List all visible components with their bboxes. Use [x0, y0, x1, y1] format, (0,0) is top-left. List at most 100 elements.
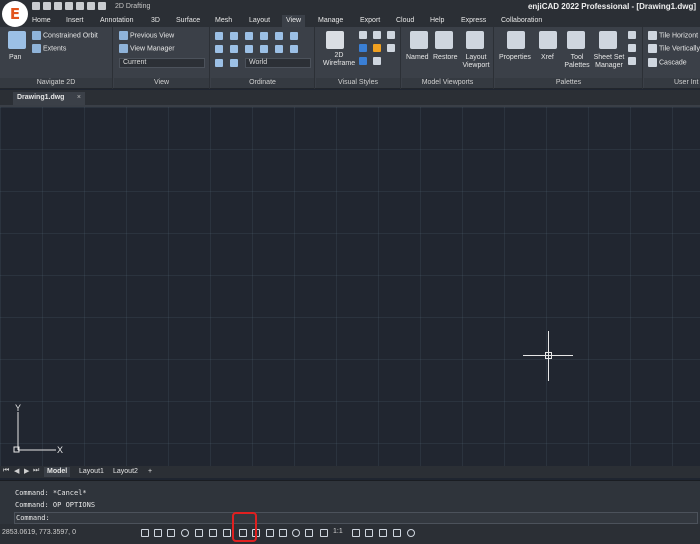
ucs-icon-settings-icon[interactable] — [230, 59, 238, 67]
ucs-view-icon[interactable] — [215, 45, 223, 53]
design-center-icon[interactable] — [628, 31, 636, 39]
pan-icon[interactable] — [8, 31, 26, 49]
tab-annotation[interactable]: Annotation — [96, 15, 137, 27]
new-file-icon[interactable] — [32, 2, 40, 10]
tab-home[interactable]: Home — [28, 15, 55, 27]
tab-surface[interactable]: Surface — [172, 15, 204, 27]
tab-insert[interactable]: Insert — [62, 15, 88, 27]
style-hidden-icon[interactable] — [373, 31, 381, 39]
grid-icon[interactable] — [141, 529, 149, 537]
named-view-dropdown[interactable]: Current — [119, 58, 205, 68]
tab-express[interactable]: Express — [457, 15, 490, 27]
workspace-switch-icon[interactable] — [365, 529, 373, 537]
style-wireframe-icon[interactable] — [359, 31, 367, 39]
layout-viewport-button[interactable]: Layout Viewport — [460, 54, 492, 70]
zoom-icon[interactable] — [292, 529, 300, 537]
otrack-icon[interactable] — [209, 529, 217, 537]
command-input[interactable]: Command: — [14, 512, 698, 524]
drawing-canvas[interactable] — [0, 105, 700, 466]
tab-layout1[interactable]: Layout1 — [76, 467, 107, 477]
xref-icon[interactable] — [539, 31, 557, 49]
restore-viewports-button[interactable]: Restore — [433, 54, 458, 61]
open-file-icon[interactable] — [43, 2, 51, 10]
last-layout-icon[interactable]: ⏭ — [33, 467, 39, 475]
ucs-face-icon[interactable] — [245, 45, 253, 53]
properties-button[interactable]: Properties — [499, 54, 531, 61]
tab-model[interactable]: Model — [44, 467, 71, 477]
style-conceptual-icon[interactable] — [387, 31, 395, 39]
osnap-icon[interactable] — [195, 529, 203, 537]
properties-icon[interactable] — [507, 31, 525, 49]
polar-icon[interactable] — [181, 529, 189, 537]
quick-properties-icon[interactable] — [305, 529, 313, 537]
tab-view[interactable]: View — [282, 15, 306, 27]
tab-mesh[interactable]: Mesh — [211, 15, 236, 27]
xref-button[interactable]: Xref — [541, 54, 554, 61]
previous-view-button[interactable]: Previous View — [119, 31, 174, 40]
tab-3d[interactable]: 3D — [147, 15, 164, 27]
constrained-orbit-button[interactable]: Constrained Orbit — [32, 31, 98, 40]
prev-layout-icon[interactable]: ◀ — [14, 467, 19, 475]
ucs-z-icon[interactable] — [290, 32, 298, 40]
tool-palettes-button[interactable]: Tool Palettes — [561, 54, 593, 70]
ucs-3point-icon[interactable] — [245, 32, 253, 40]
print-icon[interactable] — [76, 2, 84, 10]
layer-states-icon[interactable] — [628, 44, 636, 52]
document-tab[interactable]: Drawing1.dwg × — [13, 92, 85, 105]
tab-help[interactable]: Help — [426, 15, 448, 27]
workspace-selector[interactable]: 2D Drafting — [115, 3, 150, 10]
style-sketchy-icon[interactable] — [359, 57, 367, 65]
annotation-scale[interactable]: 1:1 — [333, 528, 343, 535]
extents-button[interactable]: Extents — [32, 44, 66, 53]
tab-collaboration[interactable]: Collaboration — [497, 15, 546, 27]
view-manager-button[interactable]: View Manager — [119, 44, 175, 53]
style-gray-icon[interactable] — [373, 57, 381, 65]
tool-palettes-icon[interactable] — [567, 31, 585, 49]
isolate-objects-icon[interactable] — [393, 529, 401, 537]
visual-style-button[interactable]: 2D Wireframe — [319, 52, 359, 68]
hardware-acceleration-icon[interactable] — [379, 529, 387, 537]
ucs-x-icon[interactable] — [260, 32, 268, 40]
tab-layout2[interactable]: Layout2 — [110, 467, 141, 477]
tab-manage[interactable]: Manage — [314, 15, 347, 27]
snap-icon[interactable] — [154, 529, 162, 537]
ucs-origin-icon[interactable] — [230, 32, 238, 40]
ucs-dropdown[interactable]: World — [245, 58, 311, 68]
ucs-world-icon[interactable] — [215, 59, 223, 67]
ucs-y-icon[interactable] — [275, 32, 283, 40]
named-viewports-button[interactable]: Named — [406, 54, 429, 61]
ortho-icon[interactable] — [167, 529, 175, 537]
ucs-icon[interactable] — [215, 32, 223, 40]
sheet-set-icon[interactable] — [599, 31, 617, 49]
tab-export[interactable]: Export — [356, 15, 384, 27]
add-layout-button[interactable]: + — [145, 467, 155, 477]
pan-button[interactable]: Pan — [9, 54, 21, 61]
named-viewports-icon[interactable] — [410, 31, 428, 49]
style-shaded-icon[interactable] — [359, 44, 367, 52]
ucs-previous-icon[interactable] — [275, 45, 283, 53]
first-layout-icon[interactable]: ⏮ — [3, 467, 9, 475]
ucs-zaxis-icon[interactable] — [260, 45, 268, 53]
tab-cloud[interactable]: Cloud — [392, 15, 418, 27]
cascade-button[interactable]: Cascade — [648, 58, 687, 67]
style-realistic-icon[interactable] — [373, 44, 381, 52]
annotation-visibility-icon[interactable] — [320, 529, 328, 537]
quick-calc-icon[interactable] — [628, 57, 636, 65]
style-xray-icon[interactable] — [387, 44, 395, 52]
ucs-named-icon[interactable] — [290, 45, 298, 53]
selection-cycling-icon[interactable] — [279, 529, 287, 537]
tab-layout[interactable]: Layout — [245, 15, 274, 27]
transparency-icon[interactable] — [266, 529, 274, 537]
ucs-object-icon[interactable] — [230, 45, 238, 53]
close-icon[interactable]: × — [77, 92, 81, 104]
save-icon[interactable] — [54, 2, 62, 10]
app-logo-button[interactable]: E — [2, 1, 28, 27]
tile-vertically-button[interactable]: Tile Vertically — [648, 44, 700, 53]
restore-viewports-icon[interactable] — [435, 31, 453, 49]
next-layout-icon[interactable]: ▶ — [24, 467, 29, 475]
redo-icon[interactable] — [98, 2, 106, 10]
annotation-autoscale-icon[interactable] — [352, 529, 360, 537]
tile-horizontally-button[interactable]: Tile Horizont — [648, 31, 698, 40]
save-as-icon[interactable] — [65, 2, 73, 10]
dynamic-ucs-icon[interactable] — [223, 529, 231, 537]
